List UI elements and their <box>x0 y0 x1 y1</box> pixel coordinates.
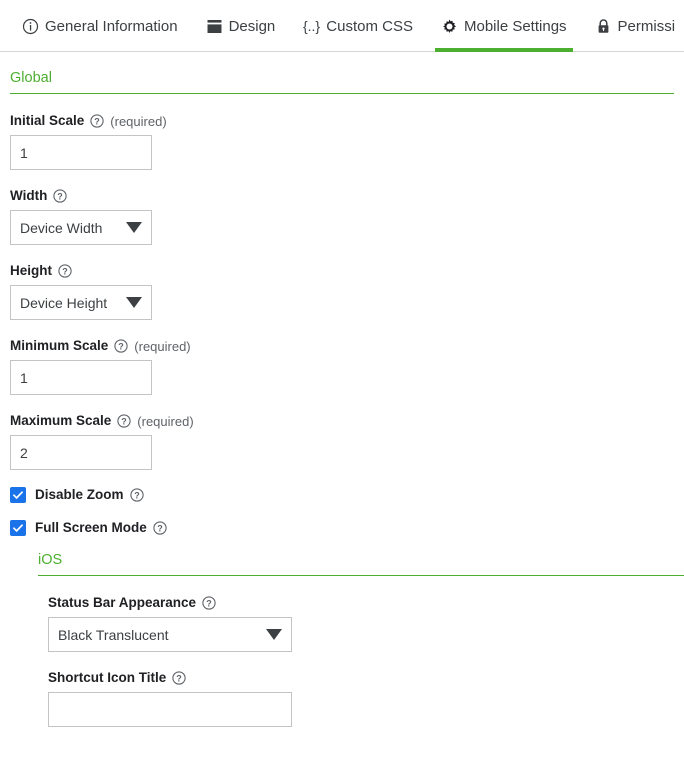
field-label: Minimum Scale ? (required) <box>10 339 674 353</box>
tab-mobile-settings[interactable]: Mobile Settings <box>427 0 581 52</box>
svg-text:?: ? <box>177 673 183 683</box>
layout-icon <box>206 18 223 35</box>
tab-label: Custom CSS <box>326 17 413 35</box>
tab-label: Permissi <box>617 17 676 35</box>
required-hint: (required) <box>137 413 194 429</box>
help-icon[interactable]: ? <box>114 339 128 353</box>
field-disable-zoom: Disable Zoom ? <box>10 487 674 503</box>
tab-label: General Information <box>45 17 178 35</box>
chevron-down-icon <box>126 297 142 308</box>
width-select[interactable]: Device Width <box>10 210 152 245</box>
tab-general-information[interactable]: General Information <box>8 0 192 52</box>
section-header-global: Global <box>10 70 674 94</box>
info-circle-icon <box>22 18 39 35</box>
field-width: Width ? Device Width <box>10 189 674 245</box>
help-icon[interactable]: ? <box>172 671 186 685</box>
field-label: Height ? <box>10 264 674 278</box>
help-icon[interactable]: ? <box>202 596 216 610</box>
maximum-scale-input[interactable] <box>10 435 152 470</box>
tab-permissions[interactable]: Permissi <box>581 0 684 52</box>
field-maximum-scale: Maximum Scale ? (required) <box>10 414 674 470</box>
height-select-value: Device Height <box>20 294 108 311</box>
field-height: Height ? Device Height <box>10 264 674 320</box>
checkbox-label: Disable Zoom ? <box>35 488 144 502</box>
label-text: Maximum Scale <box>10 413 112 429</box>
required-hint: (required) <box>110 113 167 129</box>
tab-label: Design <box>228 17 276 35</box>
section-header-ios: iOS <box>38 552 684 576</box>
field-label: Width ? <box>10 189 674 203</box>
label-text: Disable Zoom <box>35 487 124 503</box>
global-fields: Initial Scale ? (required) Width ? <box>0 114 684 536</box>
gear-icon <box>441 18 458 35</box>
help-icon[interactable]: ? <box>90 114 104 128</box>
svg-text:?: ? <box>95 116 101 126</box>
label-text: Full Screen Mode <box>35 520 147 536</box>
svg-text:{..}: {..} <box>303 18 320 34</box>
tab-design[interactable]: Design <box>192 0 290 52</box>
help-icon[interactable]: ? <box>129 488 144 502</box>
field-label: Status Bar Appearance ? <box>48 596 684 610</box>
tab-label: Mobile Settings <box>463 17 567 35</box>
svg-text:?: ? <box>206 598 212 608</box>
field-label: Initial Scale ? (required) <box>10 114 674 128</box>
disable-zoom-checkbox[interactable] <box>10 487 26 503</box>
tab-custom-css[interactable]: {..} Custom CSS <box>289 0 427 52</box>
svg-text:?: ? <box>122 416 128 426</box>
chevron-down-icon <box>126 222 142 233</box>
label-text: Shortcut Icon Title <box>48 670 167 686</box>
checkbox-label: Full Screen Mode ? <box>35 521 167 535</box>
settings-tab-bar: General Information Design {..} Custom C… <box>0 0 684 52</box>
field-shortcut-icon-title: Shortcut Icon Title ? <box>48 671 684 727</box>
svg-text:?: ? <box>134 490 140 500</box>
label-text: Height <box>10 263 52 279</box>
mobile-settings-panel: Global Initial Scale ? (required) Width <box>0 70 684 727</box>
chevron-down-icon <box>266 629 282 640</box>
initial-scale-input[interactable] <box>10 135 152 170</box>
help-icon[interactable]: ? <box>117 414 131 428</box>
field-full-screen-mode: Full Screen Mode ? <box>10 520 674 536</box>
help-icon[interactable]: ? <box>53 189 68 203</box>
label-text: Minimum Scale <box>10 338 109 354</box>
label-text: Initial Scale <box>10 113 85 129</box>
svg-text:?: ? <box>119 341 125 351</box>
label-text: Status Bar Appearance <box>48 595 197 611</box>
minimum-scale-input[interactable] <box>10 360 152 395</box>
status-bar-appearance-value: Black Translucent <box>58 626 169 643</box>
svg-text:?: ? <box>157 523 163 533</box>
full-screen-mode-checkbox[interactable] <box>10 520 26 536</box>
shortcut-icon-title-input[interactable] <box>48 692 292 727</box>
field-label: Shortcut Icon Title ? <box>48 671 684 685</box>
status-bar-appearance-select[interactable]: Black Translucent <box>48 617 292 652</box>
ios-fields: Status Bar Appearance ? Black Translucen… <box>0 596 684 727</box>
code-braces-icon: {..} <box>303 18 320 35</box>
svg-text:?: ? <box>62 266 68 276</box>
field-minimum-scale: Minimum Scale ? (required) <box>10 339 674 395</box>
field-initial-scale: Initial Scale ? (required) <box>10 114 674 170</box>
width-select-value: Device Width <box>20 219 103 236</box>
help-icon[interactable]: ? <box>153 521 167 535</box>
svg-text:?: ? <box>58 191 64 201</box>
help-icon[interactable]: ? <box>58 264 72 278</box>
height-select[interactable]: Device Height <box>10 285 152 320</box>
required-hint: (required) <box>134 338 191 354</box>
field-status-bar-appearance: Status Bar Appearance ? Black Translucen… <box>48 596 684 652</box>
label-text: Width <box>10 188 48 204</box>
lock-icon <box>595 18 612 35</box>
field-label: Maximum Scale ? (required) <box>10 414 674 428</box>
